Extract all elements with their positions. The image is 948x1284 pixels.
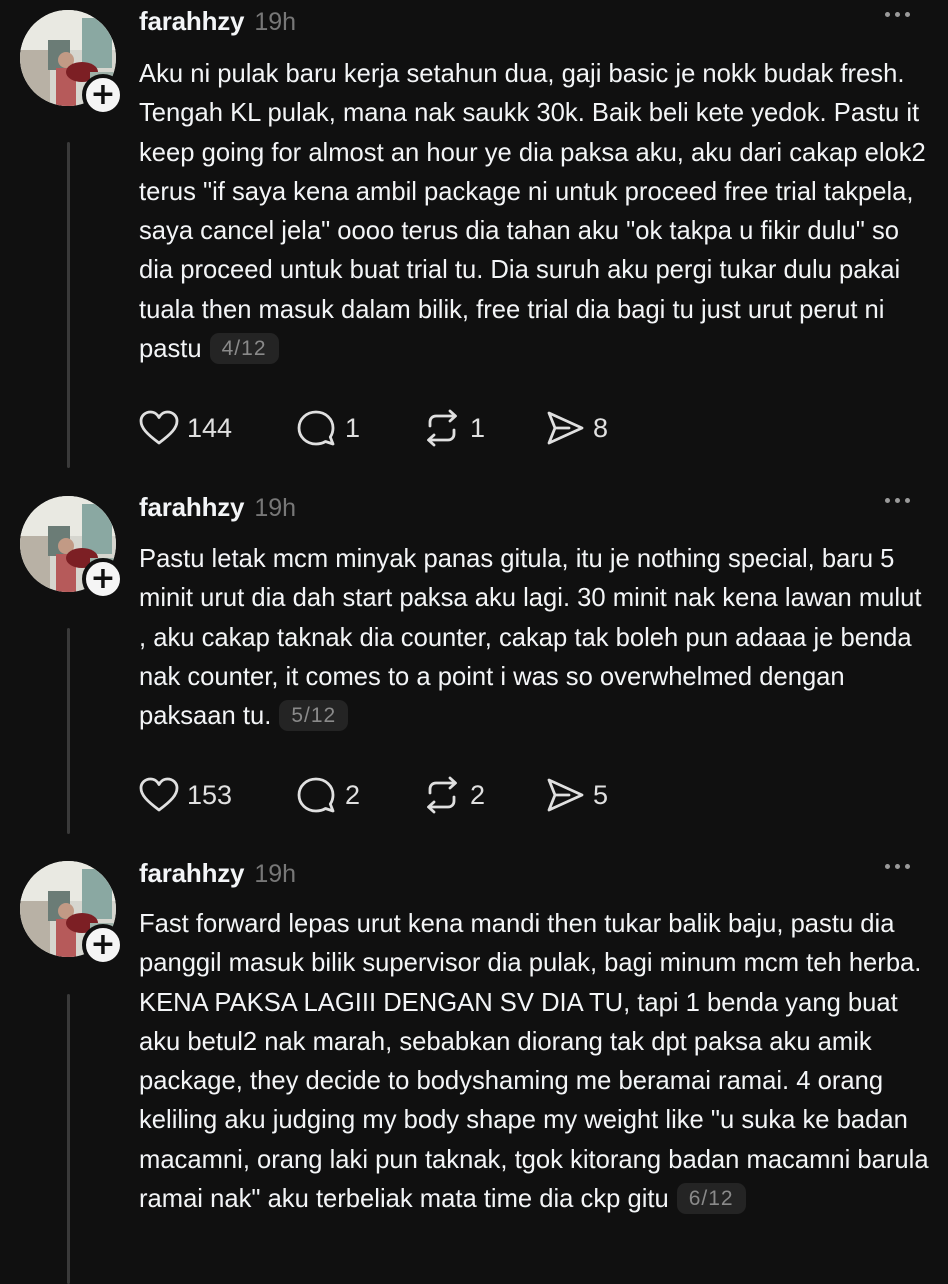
reply-count: 2 [345,779,361,810]
share-button[interactable]: 5 [545,777,608,813]
comment-icon [297,777,335,813]
username[interactable]: farahhzy [139,858,245,889]
post-actions: 144 1 1 8 [139,408,608,448]
post-time: 19h [254,860,297,888]
post-header: farahhzy 19h [139,492,918,528]
repost-icon [427,409,457,447]
post-body-text: Fast forward lepas urut kena mandi then … [139,910,929,1214]
post-text: Aku ni pulak baru kerja setahun dua, gaj… [139,55,929,369]
repost-count: 2 [470,779,486,810]
like-count: 153 [187,779,233,810]
more-options-icon[interactable] [885,498,910,503]
like-button[interactable]: 153 [139,777,297,813]
more-options-icon[interactable] [885,864,910,869]
thread-connector [67,142,70,468]
heart-icon [139,777,179,812]
follow-button[interactable]: + [82,924,124,966]
post-text: Pastu letak mcm minyak panas gitula, itu… [139,540,929,736]
thread-page-indicator: 4/12 [209,333,279,365]
repost-button[interactable]: 1 [422,409,545,447]
plus-icon: + [90,927,116,962]
thread-page-indicator: 5/12 [279,700,349,732]
thread-page-indicator: 6/12 [676,1183,746,1215]
plus-icon: + [90,561,116,596]
reply-button[interactable]: 1 [297,409,422,447]
plus-icon: + [90,77,116,112]
like-button[interactable]: 144 [139,410,297,446]
send-icon [547,411,584,445]
repost-count: 1 [470,412,486,443]
follow-button[interactable]: + [82,74,124,116]
heart-icon [139,410,179,445]
post-header: farahhzy 19h [139,858,918,894]
follow-button[interactable]: + [82,558,124,600]
reply-button[interactable]: 2 [297,776,422,814]
share-count: 8 [593,412,609,443]
post-body-text: Aku ni pulak baru kerja setahun dua, gaj… [139,60,926,364]
post-actions: 153 2 2 5 [139,775,608,815]
send-icon [547,778,584,812]
more-options-icon[interactable] [885,12,910,17]
post-time: 19h [254,8,297,36]
like-count: 144 [187,412,233,443]
share-count: 5 [593,779,609,810]
comment-icon [297,410,335,446]
username[interactable]: farahhzy [139,492,245,523]
username[interactable]: farahhzy [139,6,245,37]
thread-connector [67,994,70,1284]
share-button[interactable]: 8 [545,410,608,446]
post-text: Fast forward lepas urut kena mandi then … [139,905,929,1219]
post-time: 19h [254,494,297,522]
repost-icon [427,776,457,814]
thread-connector [67,628,70,834]
reply-count: 1 [345,412,361,443]
post-body-text: Pastu letak mcm minyak panas gitula, itu… [139,545,922,731]
post-header: farahhzy 19h [139,6,918,42]
repost-button[interactable]: 2 [422,776,545,814]
